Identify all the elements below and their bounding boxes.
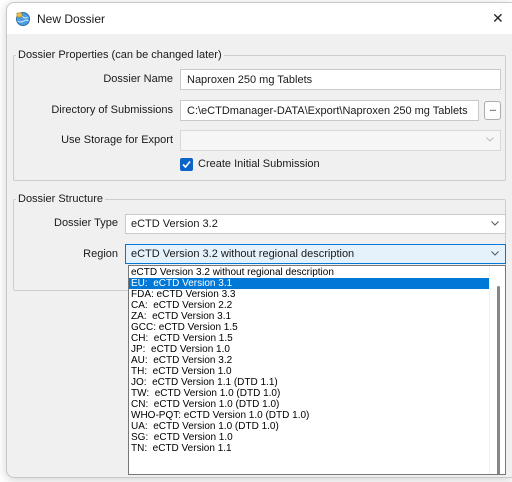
dossier-type-value: eCTD Version 3.2	[131, 218, 218, 230]
region-option[interactable]: TW: eCTD Version 1.0 (DTD 1.0)	[129, 388, 491, 399]
region-dropdown-list[interactable]: eCTD Version 3.2 without regional descri…	[128, 265, 506, 475]
region-option[interactable]: EU: eCTD Version 3.1	[129, 278, 491, 289]
region-option[interactable]: FDA: eCTD Version 3.3	[129, 289, 491, 300]
dossier-type-select[interactable]: eCTD Version 3.2	[125, 214, 506, 234]
region-option[interactable]: TH: eCTD Version 1.0	[129, 366, 491, 377]
region-option[interactable]: WHO-PQT: eCTD Version 1.0 (DTD 1.0)	[129, 410, 491, 421]
region-option[interactable]: CA: eCTD Version 2.2	[129, 300, 491, 311]
title-bar[interactable]: New Dossier ✕	[7, 3, 512, 34]
dossier-name-input[interactable]: Naproxen 250 mg Tablets	[180, 69, 501, 90]
dropdown-scrollbar[interactable]	[489, 266, 505, 474]
region-options: eCTD Version 3.2 without regional descri…	[129, 267, 491, 454]
new-dossier-dialog: New Dossier ✕ Dossier Properties (can be…	[6, 2, 512, 478]
use-storage-label: Use Storage for Export	[61, 134, 173, 146]
region-option[interactable]: JO: eCTD Version 1.1 (DTD 1.1)	[129, 377, 491, 388]
close-icon[interactable]: ✕	[492, 3, 512, 34]
window-title: New Dossier	[37, 12, 106, 26]
region-option[interactable]: CN: eCTD Version 1.0 (DTD 1.0)	[129, 399, 491, 410]
chevron-down-icon	[485, 134, 495, 149]
region-option[interactable]: GCC: eCTD Version 1.5	[129, 322, 491, 333]
directory-of-submissions-label: Directory of Submissions	[51, 104, 173, 116]
dropdown-scroll-thumb[interactable]	[497, 286, 500, 474]
region-option[interactable]: ZA: eCTD Version 3.1	[129, 311, 491, 322]
dossier-properties-legend: Dossier Properties (can be changed later…	[16, 48, 224, 62]
checkmark-icon	[182, 160, 191, 169]
create-initial-submission-checkbox[interactable]	[180, 158, 193, 171]
chevron-down-icon	[490, 248, 500, 262]
dossier-globe-icon	[16, 12, 30, 26]
dossier-type-label: Dossier Type	[54, 217, 118, 229]
create-initial-submission-label[interactable]: Create Initial Submission	[198, 157, 320, 171]
dossier-properties-group: Dossier Properties (can be changed later…	[13, 48, 506, 181]
region-label: Region	[83, 248, 118, 260]
region-option[interactable]: CH: eCTD Version 1.5	[129, 333, 491, 344]
region-option[interactable]: SG: eCTD Version 1.0	[129, 432, 491, 443]
browse-directory-button[interactable]: ...	[484, 101, 501, 120]
dossier-name-label: Dossier Name	[103, 73, 173, 85]
region-option[interactable]: JP: eCTD Version 1.0	[129, 344, 491, 355]
region-value: eCTD Version 3.2 without regional descri…	[131, 248, 355, 260]
dossier-structure-legend: Dossier Structure	[16, 192, 105, 206]
chevron-down-icon	[490, 218, 500, 232]
region-option[interactable]: UA: eCTD Version 1.0 (DTD 1.0)	[129, 421, 491, 432]
region-option[interactable]: eCTD Version 3.2 without regional descri…	[129, 267, 491, 278]
region-option[interactable]: TN: eCTD Version 1.1	[129, 443, 491, 454]
region-option[interactable]: AU: eCTD Version 3.2	[129, 355, 491, 366]
use-storage-select[interactable]	[180, 130, 501, 151]
directory-of-submissions-input[interactable]: C:\eCTDmanager-DATA\Export\Naproxen 250 …	[180, 100, 479, 121]
region-select[interactable]: eCTD Version 3.2 without regional descri…	[125, 244, 506, 264]
